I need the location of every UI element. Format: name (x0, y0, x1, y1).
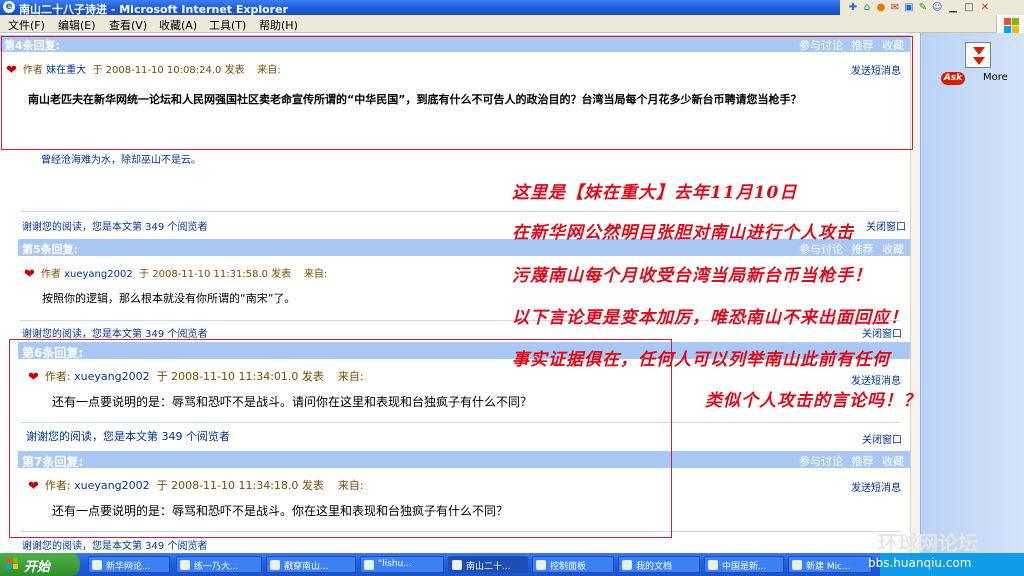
maximize-icon[interactable]: □ (964, 3, 974, 13)
post-signature: 曾经沧海难为水，除却巫山不是云。 (41, 155, 201, 166)
annotation-line: 事实证据俱在，任何人可以列举南山此前有任何 (512, 350, 890, 370)
highlight-box-post-4 (1, 36, 913, 150)
thanks-text: 谢谢您的阅读，您是本文第 349 个阅览者 (22, 222, 208, 233)
heart-icon: ❤ (24, 267, 35, 282)
send-sms-link[interactable]: 发送短消息 (851, 479, 901, 494)
thanks-text: 谢谢您的阅读，您是本文第 349 个阅览者 (22, 329, 208, 340)
windows-flag-icon (7, 558, 19, 570)
author-link[interactable]: xueyang2002 (64, 269, 133, 280)
taskbar-item-active[interactable]: 南山二十... (448, 556, 528, 573)
taskbar-item[interactable]: 我的文档 (618, 556, 700, 573)
menu-help[interactable]: 帮助(H) (259, 17, 298, 33)
messenger-icon[interactable]: ☺ (932, 3, 942, 13)
collect-link[interactable]: 收藏 (882, 243, 904, 256)
recommend-link[interactable]: 推荐 (852, 243, 874, 256)
close-icon[interactable]: ✕ (980, 3, 990, 13)
menu-edit[interactable]: 编辑(E) (58, 17, 96, 33)
edit-icon[interactable]: ✎ (918, 3, 928, 13)
side-panel (920, 33, 1024, 553)
menu-tools[interactable]: 工具(T) (209, 17, 246, 33)
recommend-link[interactable]: 推荐 (852, 455, 874, 468)
menu-bar: 文件(F) 编辑(E) 查看(V) 收藏(A) 工具(T) 帮助(H) (0, 15, 840, 33)
taskbar-item[interactable]: 练一乃大... (176, 556, 262, 573)
menu-view[interactable]: 查看(V) (109, 17, 147, 33)
menu-file[interactable]: 文件(F) (8, 17, 45, 33)
download-icon[interactable] (965, 42, 991, 68)
print-icon[interactable]: ▣ (904, 3, 914, 13)
feed-icon[interactable]: ● (876, 3, 886, 13)
ie-logo-icon: e (3, 1, 15, 13)
send-sms-link[interactable]: 发送短消息 (851, 372, 901, 387)
annotation-line: 污蔑南山每个月收受台湾当局新台币当枪手！ (512, 266, 872, 286)
more-button[interactable]: More (983, 72, 1008, 83)
taskbar-item[interactable]: 新华网论... (88, 556, 170, 573)
search-icon[interactable]: ✚ (848, 3, 858, 13)
menu-favorites[interactable]: 收藏(A) (159, 17, 197, 33)
collect-link[interactable]: 收藏 (882, 455, 904, 468)
reply-label: 第5条回复: (22, 243, 79, 256)
taskbar-item[interactable]: "lishu... (360, 556, 444, 573)
divider (20, 211, 900, 212)
taskbar-item[interactable]: 中国是新... (704, 556, 784, 573)
watermark-url: bbs.huanqiu.com (868, 556, 972, 570)
close-window-link[interactable]: 关闭窗口 (866, 218, 906, 233)
discuss-link[interactable]: 参与讨论 (799, 243, 843, 256)
annotation-line: 在新华网公然明目张胆对南山进行个人攻击 (512, 223, 854, 243)
watermark-brand: 环球网论坛 (878, 531, 978, 555)
ask-button[interactable]: Ask (941, 72, 965, 85)
windows-logo-icon (996, 15, 1024, 35)
taskbar-item[interactable]: 新建 Mic... (788, 556, 872, 573)
mail-icon[interactable]: ✉ (890, 3, 900, 13)
post-meta: ❤ 作者 xueyang2002 于 2008-11-10 11:31:58.0 … (24, 267, 328, 282)
taskbar-item[interactable]: 控制面板 (532, 556, 614, 573)
minimize-icon[interactable]: ▁ (948, 3, 958, 13)
start-button[interactable]: 开始 (0, 553, 80, 576)
close-window-link[interactable]: 关闭窗口 (862, 431, 902, 446)
annotation-line: 以下言论更是变本加厉，唯恐南山不来出面回应！ (512, 308, 908, 328)
annotation-line: 类似个人攻击的言论吗！？ (705, 391, 921, 411)
annotation-line: 这里是【妹在重大】去年11月10日 (512, 183, 798, 203)
home-icon[interactable]: ⌂ (862, 3, 872, 13)
thanks-text: 谢谢您的阅读，您是本文第 349 个阅览者 (22, 541, 208, 552)
taskbar-item[interactable]: 戳穿南山... (266, 556, 356, 573)
discuss-link[interactable]: 参与讨论 (799, 455, 843, 468)
